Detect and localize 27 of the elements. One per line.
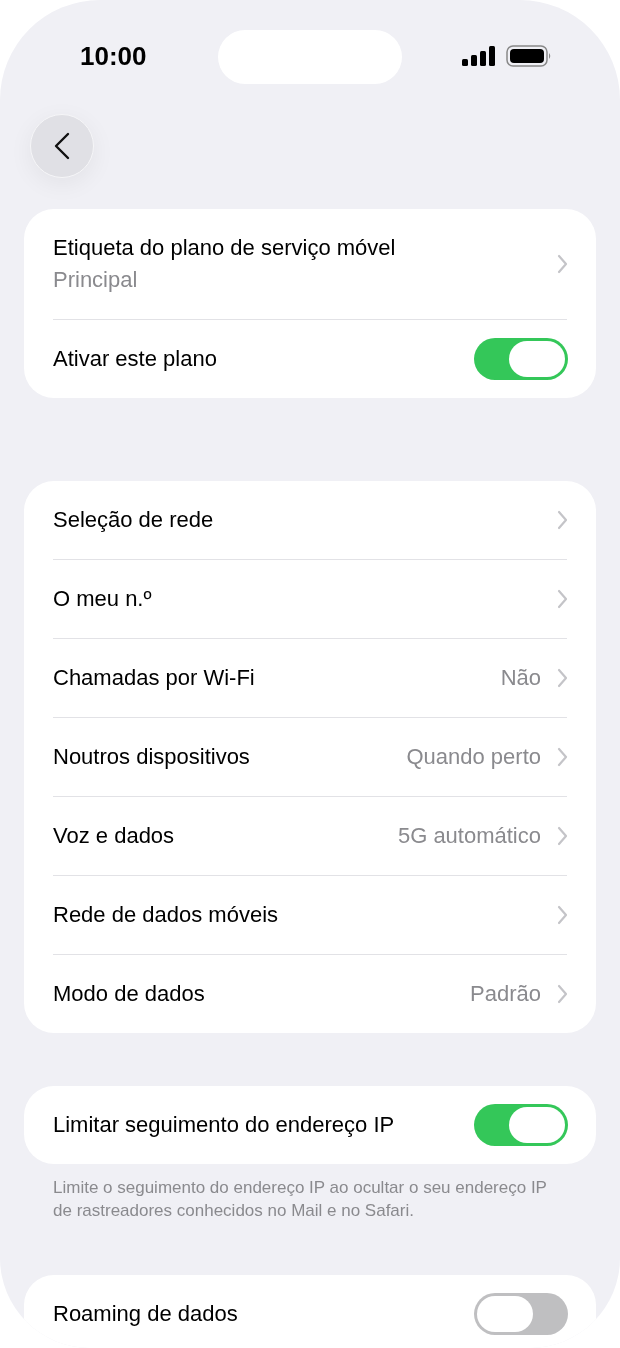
settings-row[interactable]: O meu n.º — [24, 560, 596, 638]
chevron-right-icon — [557, 905, 568, 925]
settings-row[interactable]: Noutros dispositivos Quando perto — [24, 718, 596, 796]
settings-row[interactable]: Modo de dados Padrão — [24, 955, 596, 1033]
setting-label: Roaming de dados — [53, 1301, 239, 1327]
chevron-right-icon — [557, 826, 568, 846]
setting-label: Limitar seguimento do endereço IP — [53, 1112, 396, 1138]
settings-row[interactable]: Chamadas por Wi-Fi Não — [24, 639, 596, 717]
toggle-switch[interactable] — [474, 338, 568, 380]
signal-icon — [462, 46, 496, 66]
chevron-right-icon — [557, 510, 568, 530]
settings-row[interactable]: Seleção de rede — [24, 481, 596, 559]
chevron-right-icon — [557, 668, 568, 688]
settings-row[interactable]: Etiqueta do plano de serviço móvel Principal — [24, 209, 596, 319]
battery-icon — [506, 45, 552, 67]
status-time: 10:00 — [80, 40, 147, 72]
setting-label: Ativar este plano — [53, 346, 218, 372]
toggle-switch[interactable] — [474, 1104, 568, 1146]
chevron-right-icon — [557, 589, 568, 609]
toggle-switch[interactable] — [474, 1293, 568, 1335]
settings-row[interactable]: Voz e dados 5G automático — [24, 797, 596, 875]
chevron-right-icon — [557, 984, 568, 1004]
settings-row[interactable]: Rede de dados móveis — [24, 876, 596, 954]
chevron-right-icon — [557, 254, 568, 274]
footer-note: Limite o seguimento do endereço IP ao ocultar o seu endereço IP de rastreadores conhecidos no Mail e no Safari. — [53, 1177, 548, 1222]
back-chevron-icon — [54, 132, 70, 160]
chevron-right-icon — [557, 747, 568, 767]
